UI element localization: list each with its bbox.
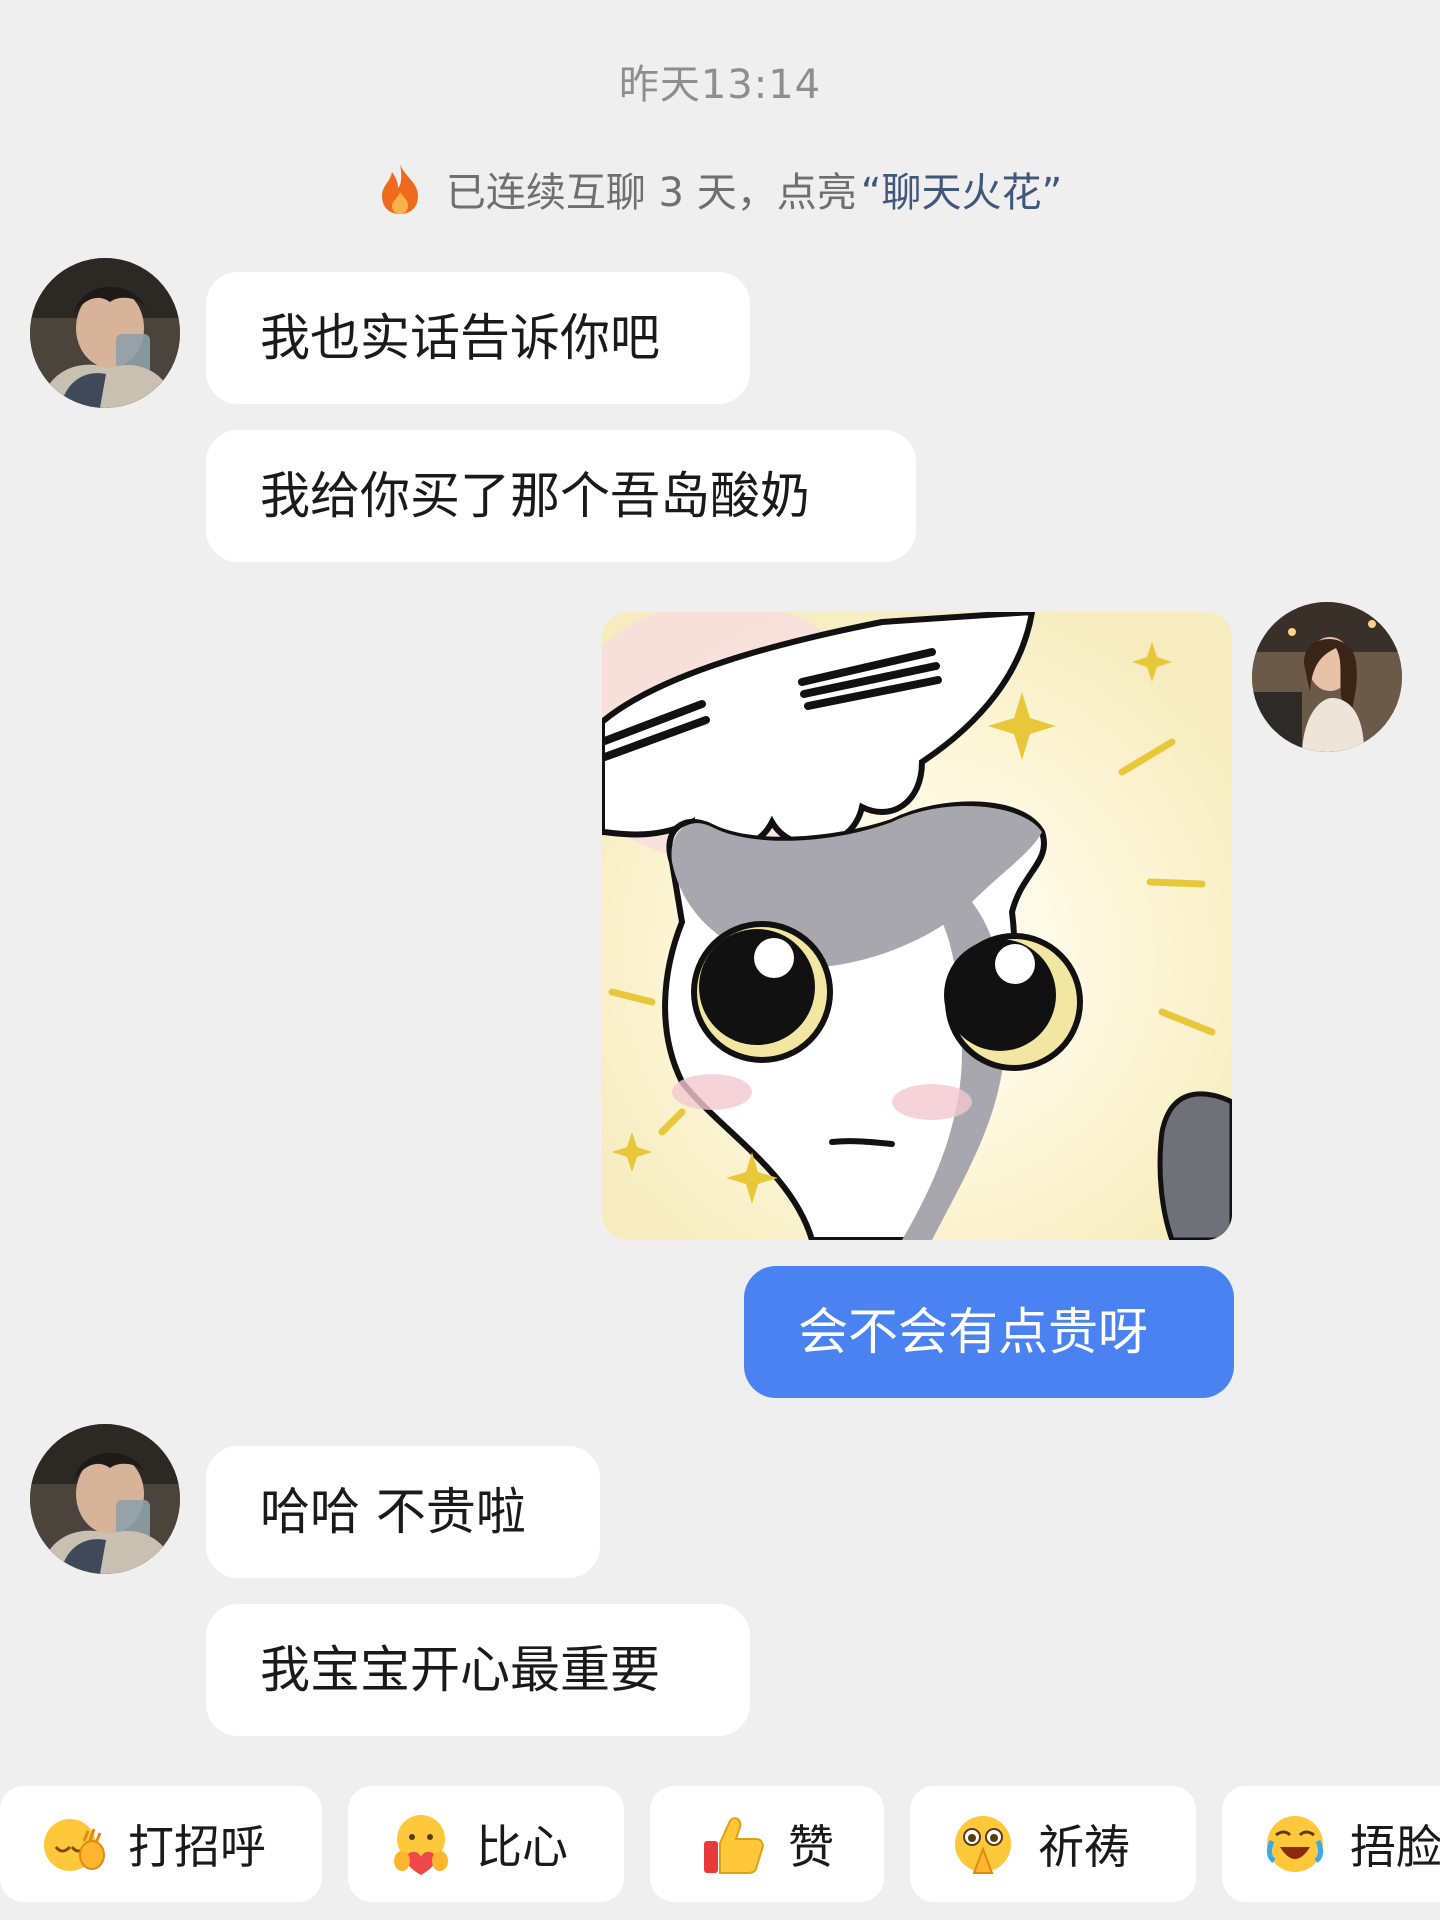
chat-streak-notice: 已连续互聊 3 天，点亮 “聊天火花” (0, 160, 1440, 218)
quick-reply-wave[interactable]: 打招呼 (0, 1786, 322, 1902)
quick-reply-facepalm[interactable]: 捂脸 (1222, 1786, 1440, 1902)
outgoing-message-bubble[interactable]: 会不会有点贵呀 (744, 1266, 1234, 1398)
my-avatar[interactable] (1252, 602, 1402, 752)
quick-reply-label: 祈祷 (1038, 1820, 1130, 1874)
thumbs-up-emoji-icon (704, 1817, 764, 1874)
streak-text: 已连续互聊 3 天，点亮 (445, 170, 857, 216)
my-avatar-photo (1252, 602, 1402, 752)
incoming-message-bubble[interactable]: 我宝宝开心最重要 (206, 1604, 750, 1736)
quick-reply-label: 打招呼 (128, 1820, 266, 1874)
contact-avatar[interactable] (30, 258, 180, 408)
quick-reply-bar: 打招呼 比心 赞 祈祷 捂脸 (0, 1786, 1440, 1902)
quick-reply-label: 赞 (788, 1820, 834, 1874)
incoming-message-bubble[interactable]: 哈哈 不贵啦 (206, 1446, 600, 1578)
message-timestamp: 昨天13:14 (618, 62, 822, 108)
quick-reply-heart[interactable]: 比心 (348, 1786, 624, 1902)
sticker-message[interactable] (602, 612, 1232, 1240)
message-text: 我给你买了那个吾岛酸奶 (260, 467, 810, 525)
streak-highlight[interactable]: “聊天火花” (861, 160, 1062, 218)
wave-hello-emoji-icon (44, 1819, 105, 1871)
quick-reply-label: 捂脸 (1350, 1820, 1440, 1874)
message-text: 我也实话告诉你吧 (260, 309, 660, 367)
cover-face-laugh-emoji-icon (1266, 1816, 1324, 1872)
pray-emoji-icon (955, 1816, 1011, 1874)
contact-avatar[interactable] (30, 1424, 180, 1574)
cute-cat-being-patted-sticker (602, 612, 1232, 1240)
message-text: 我宝宝开心最重要 (260, 1641, 660, 1699)
heart-hands-emoji-icon (394, 1815, 448, 1875)
flame-icon (381, 164, 418, 214)
incoming-message-bubble[interactable]: 我给你买了那个吾岛酸奶 (206, 430, 916, 562)
quick-reply-pray[interactable]: 祈祷 (910, 1786, 1196, 1902)
incoming-message-bubble[interactable]: 我也实话告诉你吧 (206, 272, 750, 404)
contact-avatar-photo (30, 1424, 180, 1574)
message-text: 哈哈 不贵啦 (260, 1483, 526, 1541)
message-text: 会不会有点贵呀 (798, 1303, 1148, 1361)
quick-reply-label: 比心 (476, 1820, 568, 1874)
quick-reply-like[interactable]: 赞 (650, 1786, 884, 1902)
contact-avatar-photo (30, 258, 180, 408)
